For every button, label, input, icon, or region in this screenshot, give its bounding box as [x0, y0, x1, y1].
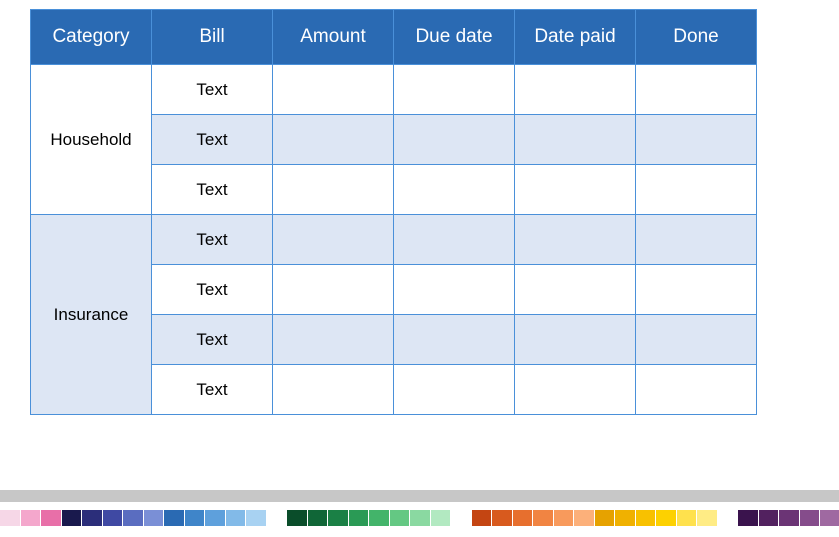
color-swatch[interactable]: [574, 510, 595, 526]
date-paid-cell[interactable]: [515, 315, 636, 365]
color-swatch[interactable]: [615, 510, 636, 526]
due-date-cell[interactable]: [394, 65, 515, 115]
color-swatch[interactable]: [759, 510, 780, 526]
bill-cell[interactable]: Text: [152, 265, 273, 315]
col-date-paid: Date paid: [515, 10, 636, 65]
color-swatch[interactable]: [205, 510, 226, 526]
color-swatch[interactable]: [410, 510, 431, 526]
table-header-row: Category Bill Amount Due date Date paid …: [31, 10, 757, 65]
due-date-cell[interactable]: [394, 265, 515, 315]
color-swatch[interactable]: [308, 510, 329, 526]
color-swatch[interactable]: [267, 510, 288, 526]
color-swatch[interactable]: [246, 510, 267, 526]
color-swatch[interactable]: [164, 510, 185, 526]
color-swatch[interactable]: [533, 510, 554, 526]
col-done: Done: [636, 10, 757, 65]
done-cell[interactable]: [636, 215, 757, 265]
done-cell[interactable]: [636, 165, 757, 215]
date-paid-cell[interactable]: [515, 215, 636, 265]
footer-divider: [0, 490, 839, 502]
bill-tracker-table[interactable]: Category Bill Amount Due date Date paid …: [30, 9, 757, 415]
bill-cell[interactable]: Text: [152, 315, 273, 365]
color-swatch[interactable]: [513, 510, 534, 526]
done-cell[interactable]: [636, 115, 757, 165]
color-swatch[interactable]: [62, 510, 83, 526]
amount-cell[interactable]: [273, 65, 394, 115]
done-cell[interactable]: [636, 315, 757, 365]
category-cell[interactable]: Insurance: [31, 215, 152, 415]
color-swatch[interactable]: [451, 510, 472, 526]
due-date-cell[interactable]: [394, 115, 515, 165]
table-row[interactable]: InsuranceText: [31, 215, 757, 265]
category-cell[interactable]: Household: [31, 65, 152, 215]
color-swatch[interactable]: [21, 510, 42, 526]
color-swatch[interactable]: [0, 510, 21, 526]
bill-cell[interactable]: Text: [152, 165, 273, 215]
color-swatch[interactable]: [226, 510, 247, 526]
color-palette[interactable]: [0, 510, 839, 526]
table-row[interactable]: HouseholdText: [31, 65, 757, 115]
color-swatch[interactable]: [656, 510, 677, 526]
color-swatch[interactable]: [697, 510, 718, 526]
color-swatch[interactable]: [390, 510, 411, 526]
color-swatch[interactable]: [738, 510, 759, 526]
col-due-date: Due date: [394, 10, 515, 65]
date-paid-cell[interactable]: [515, 115, 636, 165]
color-swatch[interactable]: [123, 510, 144, 526]
color-swatch[interactable]: [144, 510, 165, 526]
color-swatch[interactable]: [677, 510, 698, 526]
amount-cell[interactable]: [273, 265, 394, 315]
color-swatch[interactable]: [185, 510, 206, 526]
color-swatch[interactable]: [820, 510, 839, 526]
amount-cell[interactable]: [273, 365, 394, 415]
color-swatch[interactable]: [369, 510, 390, 526]
color-swatch[interactable]: [595, 510, 616, 526]
color-swatch[interactable]: [349, 510, 370, 526]
bill-cell[interactable]: Text: [152, 115, 273, 165]
done-cell[interactable]: [636, 365, 757, 415]
color-swatch[interactable]: [800, 510, 821, 526]
color-swatch[interactable]: [779, 510, 800, 526]
date-paid-cell[interactable]: [515, 265, 636, 315]
date-paid-cell[interactable]: [515, 165, 636, 215]
col-amount: Amount: [273, 10, 394, 65]
color-swatch[interactable]: [492, 510, 513, 526]
amount-cell[interactable]: [273, 215, 394, 265]
amount-cell[interactable]: [273, 165, 394, 215]
bill-cell[interactable]: Text: [152, 65, 273, 115]
date-paid-cell[interactable]: [515, 365, 636, 415]
color-swatch[interactable]: [472, 510, 493, 526]
color-swatch[interactable]: [328, 510, 349, 526]
color-swatch[interactable]: [636, 510, 657, 526]
amount-cell[interactable]: [273, 115, 394, 165]
bill-cell[interactable]: Text: [152, 215, 273, 265]
due-date-cell[interactable]: [394, 165, 515, 215]
color-swatch[interactable]: [554, 510, 575, 526]
color-swatch[interactable]: [718, 510, 739, 526]
due-date-cell[interactable]: [394, 365, 515, 415]
amount-cell[interactable]: [273, 315, 394, 365]
color-swatch[interactable]: [287, 510, 308, 526]
done-cell[interactable]: [636, 65, 757, 115]
due-date-cell[interactable]: [394, 315, 515, 365]
color-swatch[interactable]: [103, 510, 124, 526]
done-cell[interactable]: [636, 265, 757, 315]
date-paid-cell[interactable]: [515, 65, 636, 115]
color-swatch[interactable]: [82, 510, 103, 526]
col-category: Category: [31, 10, 152, 65]
due-date-cell[interactable]: [394, 215, 515, 265]
col-bill: Bill: [152, 10, 273, 65]
bill-cell[interactable]: Text: [152, 365, 273, 415]
color-swatch[interactable]: [41, 510, 62, 526]
color-swatch[interactable]: [431, 510, 452, 526]
